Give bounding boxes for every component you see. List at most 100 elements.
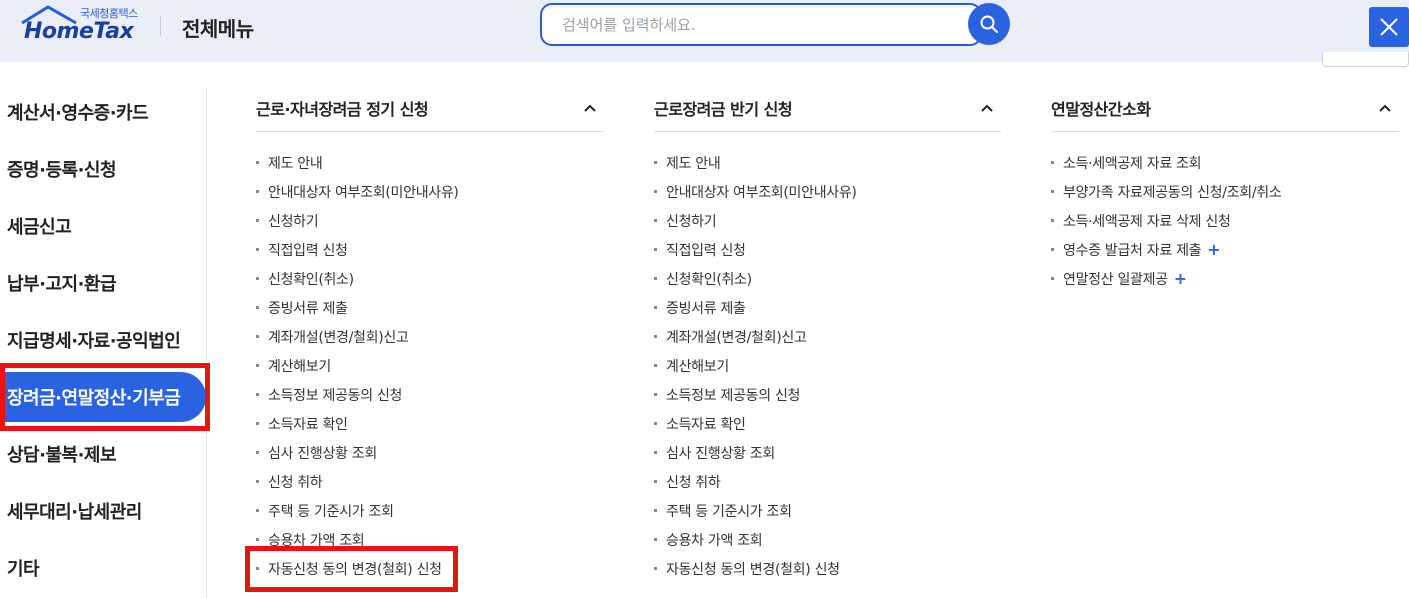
list-item[interactable]: 직접입력 신청 (654, 235, 1001, 264)
list-item[interactable]: 안내대상자 여부조회(미안내사유) (256, 177, 604, 206)
item-label: 소득자료 확인 (666, 416, 746, 433)
item-label: 소득자료 확인 (268, 416, 348, 433)
list-item[interactable]: 제도 안내 (654, 148, 1001, 177)
item-label: 심사 진행상황 조회 (666, 445, 775, 462)
expand-plus-icon[interactable]: + (1174, 269, 1187, 288)
nav-item-tax-filing[interactable]: 세금신고 (0, 201, 206, 251)
expand-plus-icon[interactable]: + (1207, 240, 1220, 259)
bullet-icon (1051, 219, 1054, 222)
list-item[interactable]: 계산해보기 (654, 351, 1001, 380)
list-item[interactable]: 계좌개설(변경/철회)신고 (654, 322, 1001, 351)
list-item[interactable]: 소득정보 제공동의 신청 (256, 380, 604, 409)
nav-item-consultation[interactable]: 상담·불복·제보 (0, 429, 206, 479)
list-item[interactable]: 주택 등 기준시가 조회 (654, 496, 1001, 525)
bullet-icon (256, 480, 259, 483)
list-item[interactable]: 신청하기 (256, 206, 604, 235)
item-label: 신청 취하 (666, 474, 721, 491)
bullet-icon (654, 248, 657, 251)
bullet-icon (256, 219, 259, 222)
close-menu-button[interactable] (1369, 7, 1409, 47)
list-item[interactable]: 심사 진행상황 조회 (654, 438, 1001, 467)
list-item[interactable]: 신청확인(취소) (256, 264, 604, 293)
item-label: 소득정보 제공동의 신청 (666, 387, 801, 404)
top-header: 국세청홈택스 HomeTax 전체메뉴 (0, 0, 1409, 62)
column-header[interactable]: 근로장려금 반기 신청 (654, 84, 1001, 132)
nav-item-tax-agent[interactable]: 세무대리·납세관리 (0, 486, 206, 536)
list-item[interactable]: 소득자료 확인 (256, 409, 604, 438)
list-item[interactable]: 신청확인(취소) (654, 264, 1001, 293)
bullet-icon (1051, 190, 1054, 193)
item-label: 직접입력 신청 (268, 242, 348, 259)
header-divider (160, 16, 161, 36)
bullet-icon (256, 277, 259, 280)
column-title: 근로장려금 반기 신청 (654, 99, 793, 119)
nav-item-etc[interactable]: 기타 (0, 543, 206, 593)
hometax-logo[interactable]: 국세청홈택스 HomeTax (20, 5, 140, 45)
item-label: 영수증 발급처 자료 제출 (1063, 242, 1202, 259)
list-item[interactable]: 부양가족 자료제공동의 신청/조회/취소 (1051, 177, 1399, 206)
list-item[interactable]: 소득자료 확인 (654, 409, 1001, 438)
column-list: 제도 안내 안내대상자 여부조회(미안내사유) 신청하기 직접입력 신청 신청확… (256, 148, 604, 583)
item-label: 소득정보 제공동의 신청 (268, 387, 403, 404)
list-item[interactable]: 계좌개설(변경/철회)신고 (256, 322, 604, 351)
item-label: 소득·세액공제 자료 조회 (1063, 155, 1202, 172)
item-label: 신청확인(취소) (268, 271, 354, 288)
nav-item-receipts[interactable]: 계산서·영수증·카드 (0, 87, 206, 137)
chevron-up-icon[interactable] (1377, 100, 1393, 116)
page-title: 전체메뉴 (182, 17, 254, 41)
item-label: 신청하기 (666, 213, 717, 230)
item-label: 제도 안내 (268, 155, 323, 172)
list-item[interactable]: 승용차 가액 조회 (654, 525, 1001, 554)
bullet-icon (1051, 248, 1054, 251)
bullet-icon (654, 219, 657, 222)
list-item[interactable]: 신청 취하 (654, 467, 1001, 496)
nav-item-payment[interactable]: 납부·고지·환급 (0, 258, 206, 308)
list-item[interactable]: 자동신청 동의 변경(철회) 신청 (654, 554, 1001, 583)
list-item[interactable]: 승용차 가액 조회 (256, 525, 604, 554)
column-header[interactable]: 연말정산간소화 (1051, 84, 1399, 132)
search-button[interactable] (968, 3, 1010, 45)
item-label: 계좌개설(변경/철회)신고 (666, 329, 807, 346)
chevron-up-icon[interactable] (582, 100, 598, 116)
list-item[interactable]: 신청하기 (654, 206, 1001, 235)
list-item[interactable]: 주택 등 기준시가 조회 (256, 496, 604, 525)
list-item[interactable]: 소득·세액공제 자료 조회 (1051, 148, 1399, 177)
list-item-auto-apply-consent[interactable]: 자동신청 동의 변경(철회) 신청 (256, 554, 604, 583)
item-label: 제도 안내 (666, 155, 721, 172)
chevron-up-icon[interactable] (979, 100, 995, 116)
list-item[interactable]: 제도 안내 (256, 148, 604, 177)
list-item[interactable]: 소득정보 제공동의 신청 (654, 380, 1001, 409)
column-header[interactable]: 근로·자녀장려금 정기 신청 (256, 84, 604, 132)
list-item[interactable]: 소득·세액공제 자료 삭제 신청 (1051, 206, 1399, 235)
bullet-icon (256, 538, 259, 541)
bullet-icon (654, 567, 657, 570)
search-input[interactable] (562, 5, 962, 44)
list-item[interactable]: 증빙서류 제출 (256, 293, 604, 322)
item-label: 안내대상자 여부조회(미안내사유) (268, 184, 459, 201)
item-label: 신청확인(취소) (666, 271, 752, 288)
bullet-icon (256, 335, 259, 338)
item-label: 자동신청 동의 변경(철회) 신청 (666, 561, 840, 578)
nav-item-incentives[interactable]: 장려금·연말정산·기부금 (0, 372, 206, 422)
list-item[interactable]: 연말정산 일괄제공 + (1051, 264, 1399, 293)
list-item[interactable]: 증빙서류 제출 (654, 293, 1001, 322)
item-label: 계산해보기 (666, 358, 729, 375)
list-item[interactable]: 영수증 발급처 자료 제출 + (1051, 235, 1399, 264)
list-item[interactable]: 계산해보기 (256, 351, 604, 380)
list-item[interactable]: 직접입력 신청 (256, 235, 604, 264)
search-icon (980, 15, 998, 33)
column-list: 제도 안내 안내대상자 여부조회(미안내사유) 신청하기 직접입력 신청 신청확… (654, 148, 1001, 583)
bullet-icon (654, 538, 657, 541)
list-item[interactable]: 신청 취하 (256, 467, 604, 496)
header-tab-box[interactable] (1322, 52, 1409, 67)
nav-item-certificates[interactable]: 증명·등록·신청 (0, 144, 206, 194)
nav-item-statements[interactable]: 지급명세·자료·공익법인 (0, 315, 206, 365)
item-label: 주택 등 기준시가 조회 (666, 503, 792, 520)
bullet-icon (256, 567, 259, 570)
list-item[interactable]: 심사 진행상황 조회 (256, 438, 604, 467)
bullet-icon (654, 480, 657, 483)
logo-text: HomeTax (24, 19, 134, 44)
item-label: 증빙서류 제출 (666, 300, 746, 317)
list-item[interactable]: 안내대상자 여부조회(미안내사유) (654, 177, 1001, 206)
item-label: 주택 등 기준시가 조회 (268, 503, 394, 520)
